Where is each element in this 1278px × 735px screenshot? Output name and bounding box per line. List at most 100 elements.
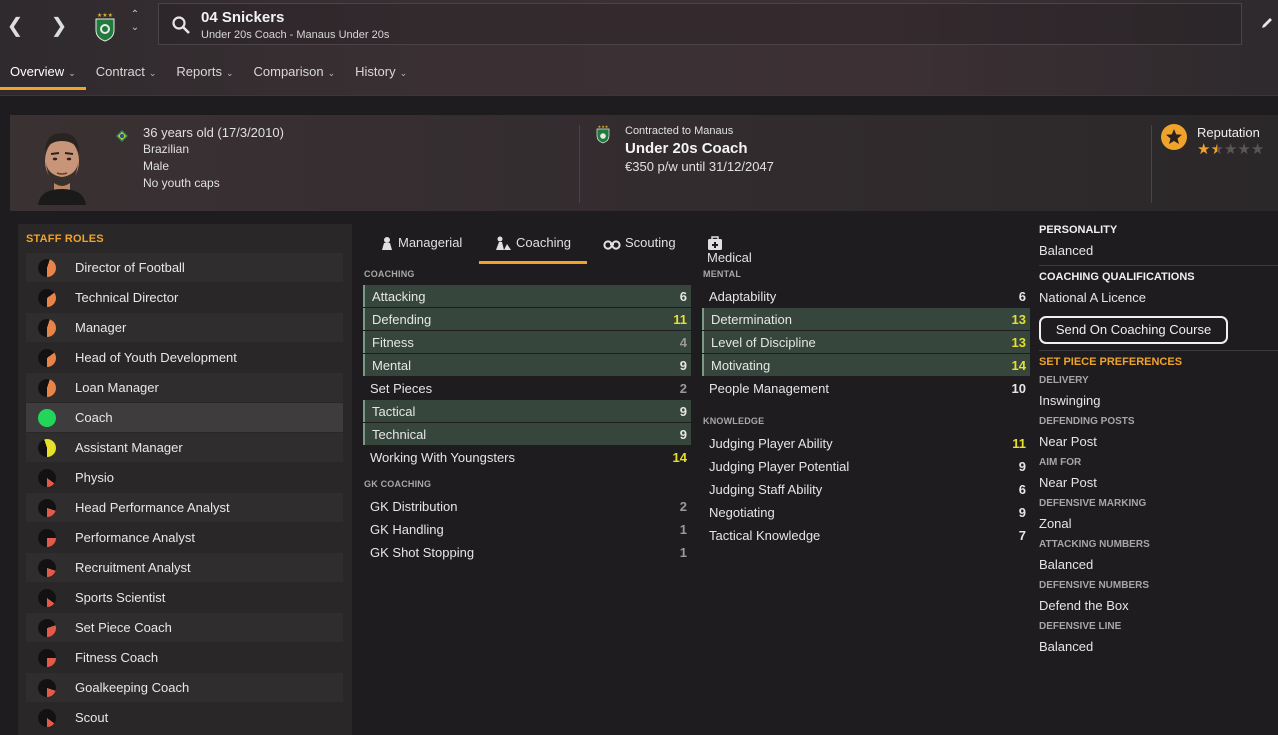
star-icon: ★ [1197, 141, 1211, 158]
attribute-name: People Management [709, 381, 829, 396]
attribute-row[interactable]: Judging Player Potential 9 [702, 455, 1030, 477]
attribute-value: 2 [679, 381, 687, 396]
staff-role-coach[interactable]: Coach [26, 403, 343, 432]
tab-scouting[interactable]: Scouting [603, 226, 676, 264]
staff-role-scout[interactable]: Scout [26, 703, 343, 732]
attribute-row[interactable]: Judging Player Ability 11 [702, 432, 1030, 454]
tab-label: Medical [707, 250, 752, 265]
attribute-name: Defending [372, 312, 432, 327]
role-label: Fitness Coach [75, 650, 159, 665]
pref-value: Balanced [1039, 557, 1094, 572]
attribute-row[interactable]: Adaptability 6 [702, 285, 1030, 307]
search-icon[interactable] [171, 15, 191, 35]
attribute-row[interactable]: Working With Youngsters 14 [363, 446, 691, 468]
forward-arrow-icon[interactable]: ❯ [48, 12, 70, 40]
attribute-row[interactable]: GK Handling 1 [363, 518, 691, 540]
attribute-value: 10 [1011, 381, 1026, 396]
staff-role-manager[interactable]: Manager [26, 313, 343, 342]
managerial-icon [382, 237, 392, 250]
edit-icon[interactable] [1260, 16, 1274, 30]
attribute-row[interactable]: GK Distribution 2 [363, 495, 691, 517]
star-icon: ★ [1210, 141, 1224, 158]
attribute-row[interactable]: Technical 9 [363, 423, 691, 445]
role-label: Set Piece Coach [75, 620, 172, 635]
binoculars-icon [603, 240, 621, 250]
attribute-row[interactable]: Determination 13 [702, 308, 1030, 330]
club-badge-icon[interactable]: ★★★ [93, 10, 117, 42]
tab-label: Scouting [625, 235, 676, 250]
tab-label: Coaching [516, 235, 571, 250]
attribute-row[interactable]: People Management 10 [702, 377, 1030, 399]
attribute-name: Working With Youngsters [370, 450, 515, 465]
attribute-name: GK Distribution [370, 499, 458, 514]
staff-role-technical-director[interactable]: Technical Director [26, 283, 343, 312]
attribute-row[interactable]: Fitness 4 [363, 331, 691, 353]
attribute-name: Negotiating [709, 505, 775, 520]
tab-comparison[interactable]: Comparison ⌄ [244, 58, 346, 88]
attribute-name: Attacking [372, 289, 426, 304]
attribute-row[interactable]: Negotiating 9 [702, 501, 1030, 523]
tab-reports[interactable]: Reports ⌄ [166, 58, 243, 88]
tab-managerial[interactable]: Managerial [380, 226, 462, 264]
tab-overview[interactable]: Overview ⌄ [0, 58, 86, 90]
reputation-stars: ★★★★★ [1197, 140, 1264, 158]
role-label: Head Performance Analyst [75, 500, 230, 515]
top-bar: ❮ ❯ ★★★ ⌃ ⌄ 04 Snickers Under 20s Coach -… [0, 0, 1278, 96]
attribute-row[interactable]: Defending 11 [363, 308, 691, 330]
attribute-value: 2 [679, 499, 687, 514]
staff-role-performance-analyst[interactable]: Performance Analyst [26, 523, 343, 552]
role-label: Technical Director [75, 290, 179, 305]
send-on-course-button[interactable]: Send On Coaching Course [1039, 316, 1228, 344]
section-heading: GK COACHING [364, 479, 432, 489]
tab-label: History [355, 64, 396, 79]
staff-role-physio[interactable]: Physio [26, 463, 343, 492]
staff-role-set-piece-coach[interactable]: Set Piece Coach [26, 613, 343, 642]
attribute-row[interactable]: Motivating 14 [702, 354, 1030, 376]
staff-role-assistant-manager[interactable]: Assistant Manager [26, 433, 343, 462]
attribute-name: Tactical [372, 404, 416, 419]
role-rating-icon [38, 679, 56, 697]
section-heading: MENTAL [703, 269, 742, 279]
tab-contract[interactable]: Contract ⌄ [86, 58, 167, 88]
attribute-row[interactable]: Tactical Knowledge 7 [702, 524, 1030, 546]
role-rating-icon [38, 289, 56, 307]
staff-role-head-of-youth-development[interactable]: Head of Youth Development [26, 343, 343, 372]
search-bar[interactable]: 04 Snickers Under 20s Coach - Manaus Und… [158, 3, 1242, 45]
attribute-tabs: Managerial Coaching Scouting Medical [363, 226, 752, 265]
tab-medical[interactable]: Medical [707, 226, 752, 265]
staff-role-director-of-football[interactable]: Director of Football [26, 253, 343, 282]
divider [0, 95, 1278, 96]
staff-role-recruitment-analyst[interactable]: Recruitment Analyst [26, 553, 343, 582]
staff-role-sports-scientist[interactable]: Sports Scientist [26, 583, 343, 612]
role-rating-icon [38, 319, 56, 337]
staff-role-head-performance-analyst[interactable]: Head Performance Analyst [26, 493, 343, 522]
medical-kit-icon [708, 236, 722, 250]
attribute-name: Mental [372, 358, 412, 373]
pref-label: DEFENSIVE LINE [1039, 621, 1122, 632]
staff-role-goalkeeping-coach[interactable]: Goalkeeping Coach [26, 673, 343, 702]
switch-person-icon[interactable]: ⌃ ⌄ [128, 8, 142, 34]
role-rating-icon [38, 619, 56, 637]
coaching-icon [496, 236, 511, 250]
attribute-name: Tactical Knowledge [709, 528, 821, 543]
staff-role-loan-manager[interactable]: Loan Manager [26, 373, 343, 402]
staff-portrait [38, 133, 86, 205]
pref-label: ATTACKING NUMBERS [1039, 539, 1150, 550]
attribute-row[interactable]: GK Shot Stopping 1 [363, 541, 691, 563]
attribute-row[interactable]: Tactical 9 [363, 400, 691, 422]
divider [1151, 125, 1152, 203]
staff-role-fitness-coach[interactable]: Fitness Coach [26, 643, 343, 672]
pref-value: Near Post [1039, 475, 1097, 490]
attribute-row[interactable]: Judging Staff Ability 6 [702, 478, 1030, 500]
tab-coaching[interactable]: Coaching [479, 226, 587, 264]
attribute-row[interactable]: Set Pieces 2 [363, 377, 691, 399]
tab-label: Comparison [253, 64, 324, 79]
back-arrow-icon[interactable]: ❮ [4, 12, 26, 40]
attribute-row[interactable]: Attacking 6 [363, 285, 691, 307]
club-badge-icon[interactable]: ★★★ [596, 124, 610, 144]
tab-history[interactable]: History ⌄ [345, 58, 417, 88]
attribute-row[interactable]: Mental 9 [363, 354, 691, 376]
attribute-value: 9 [679, 358, 687, 373]
role-rating-icon [38, 349, 56, 367]
attribute-row[interactable]: Level of Discipline 13 [702, 331, 1030, 353]
